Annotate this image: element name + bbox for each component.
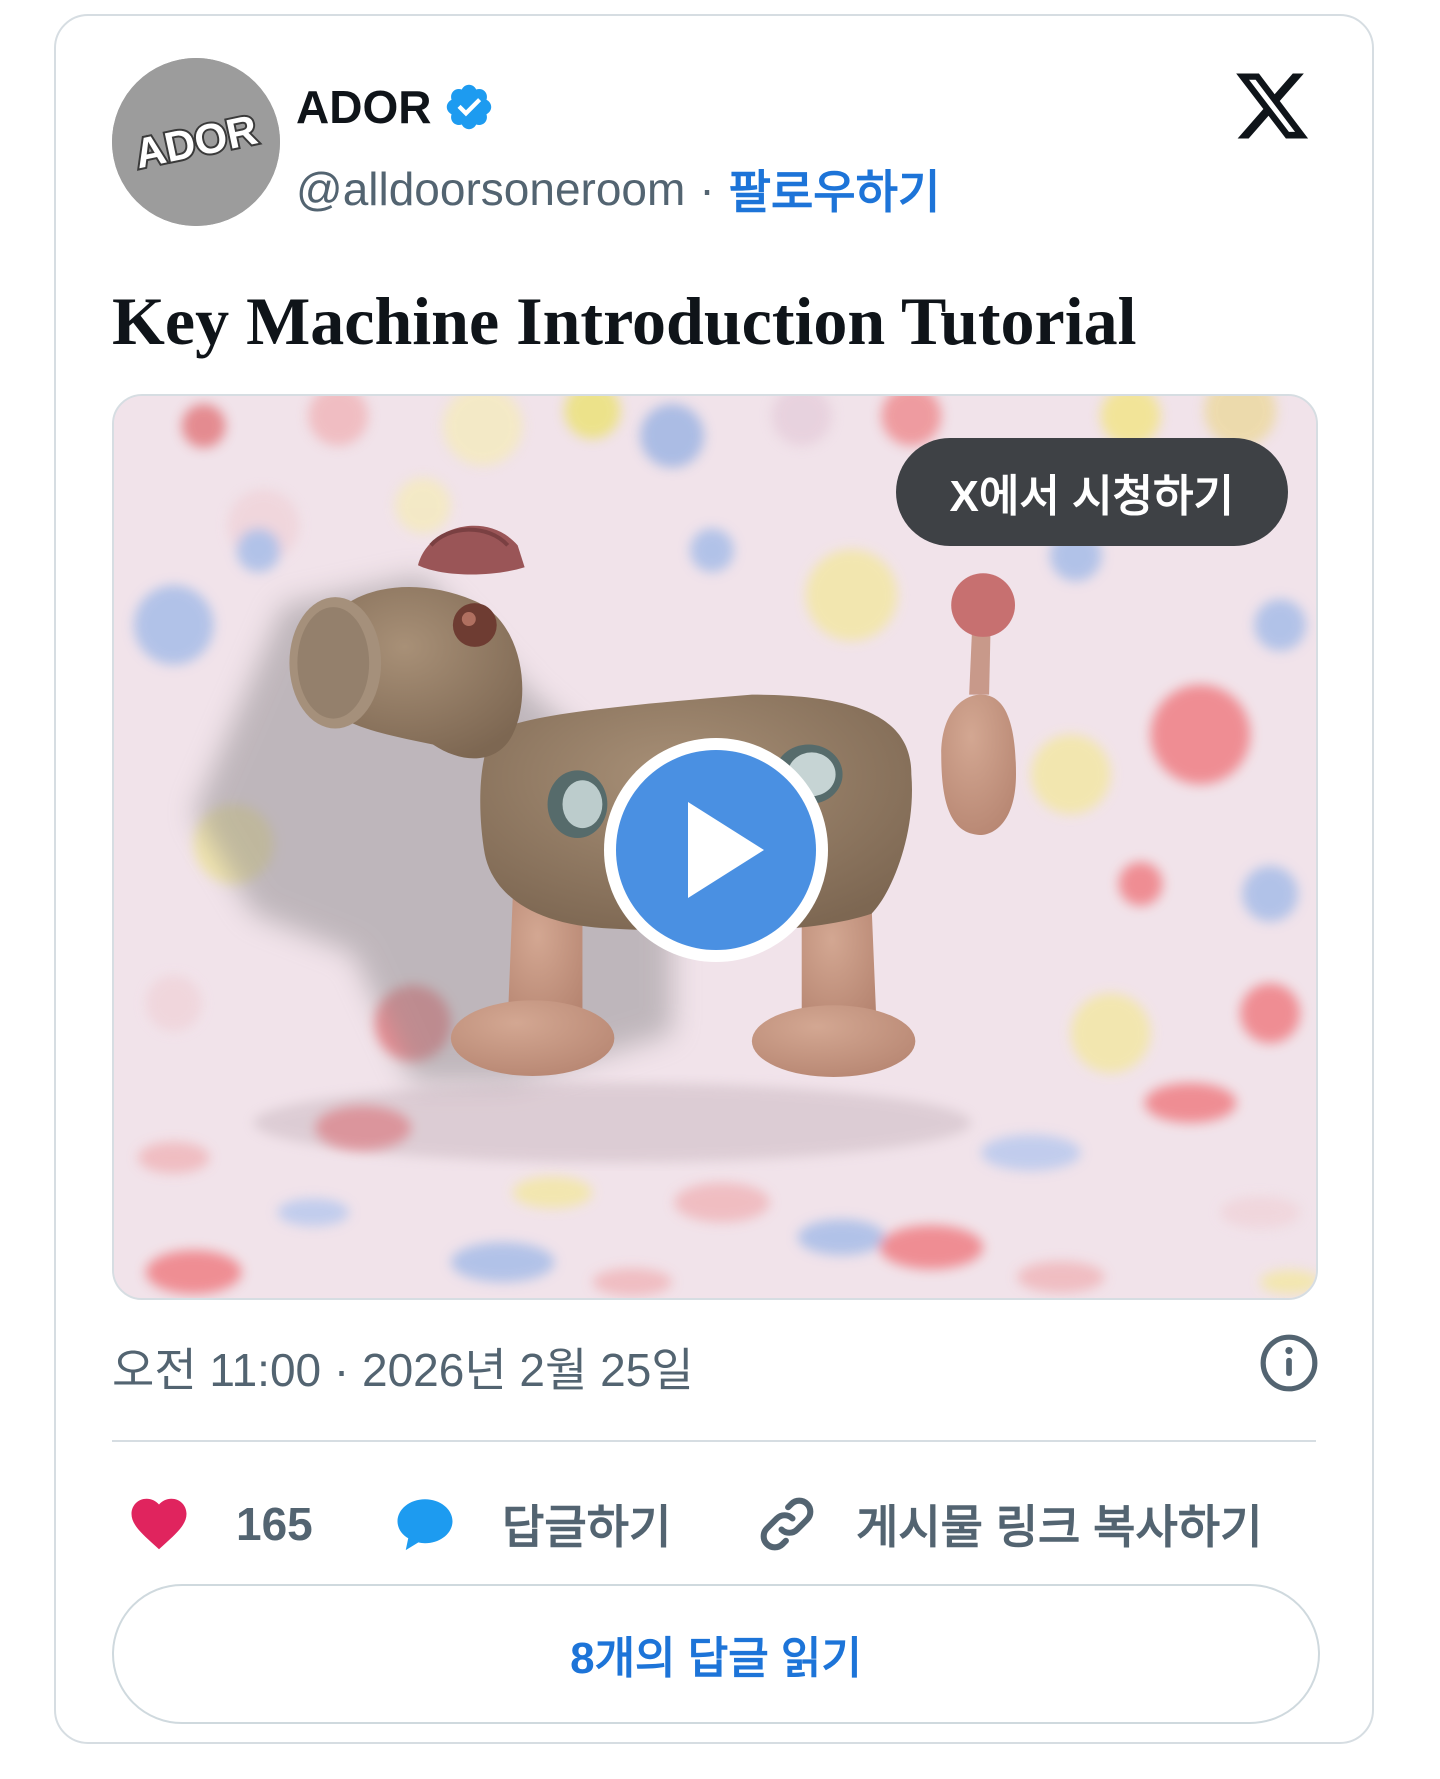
like-action[interactable]: 165: [126, 1491, 392, 1557]
copy-link-action[interactable]: 게시물 링크 복사하기: [754, 1491, 1262, 1557]
divider: [112, 1440, 1316, 1442]
avatar[interactable]: ADOR: [112, 58, 280, 226]
author-name-row[interactable]: ADOR: [296, 80, 495, 134]
post-title: Key Machine Introduction Tutorial: [112, 283, 1137, 359]
verified-badge-icon: [447, 84, 492, 130]
like-count: 165: [236, 1498, 313, 1550]
reply-bubble-icon: [397, 1499, 453, 1551]
author-handle-row: @alldoorsoneroom · 팔로우하기: [296, 156, 940, 222]
link-icon: [760, 1497, 814, 1551]
reply-label: 답글하기: [502, 1501, 672, 1553]
author-handle[interactable]: @alldoorsoneroom: [296, 162, 685, 216]
post-actions: 165 답글하기 게시물 링크 복사하기: [112, 1484, 1322, 1564]
x-logo-icon[interactable]: [1232, 66, 1312, 146]
read-replies-button[interactable]: 8개의 답글 읽기: [112, 1584, 1320, 1724]
post-timestamp[interactable]: 오전 11:00 · 2026년 2월 25일: [112, 1334, 694, 1400]
embedded-post-card: ADOR ADOR @alldoorsoneroom · 팔로우하기 Key M…: [54, 14, 1374, 1744]
follow-link[interactable]: 팔로우하기: [729, 156, 941, 222]
author-name[interactable]: ADOR: [296, 80, 431, 134]
ador-logo-icon: ADOR: [112, 58, 280, 226]
separator-dot: ·: [699, 163, 715, 215]
video-thumbnail[interactable]: X에서 시청하기: [112, 394, 1318, 1300]
info-icon[interactable]: [1258, 1332, 1320, 1394]
copy-link-label: 게시물 링크 복사하기: [856, 1501, 1263, 1553]
play-icon[interactable]: [598, 732, 834, 968]
heart-icon: [131, 1498, 187, 1550]
watch-on-x-button[interactable]: X에서 시청하기: [895, 438, 1288, 546]
reply-action[interactable]: 답글하기: [392, 1491, 754, 1557]
